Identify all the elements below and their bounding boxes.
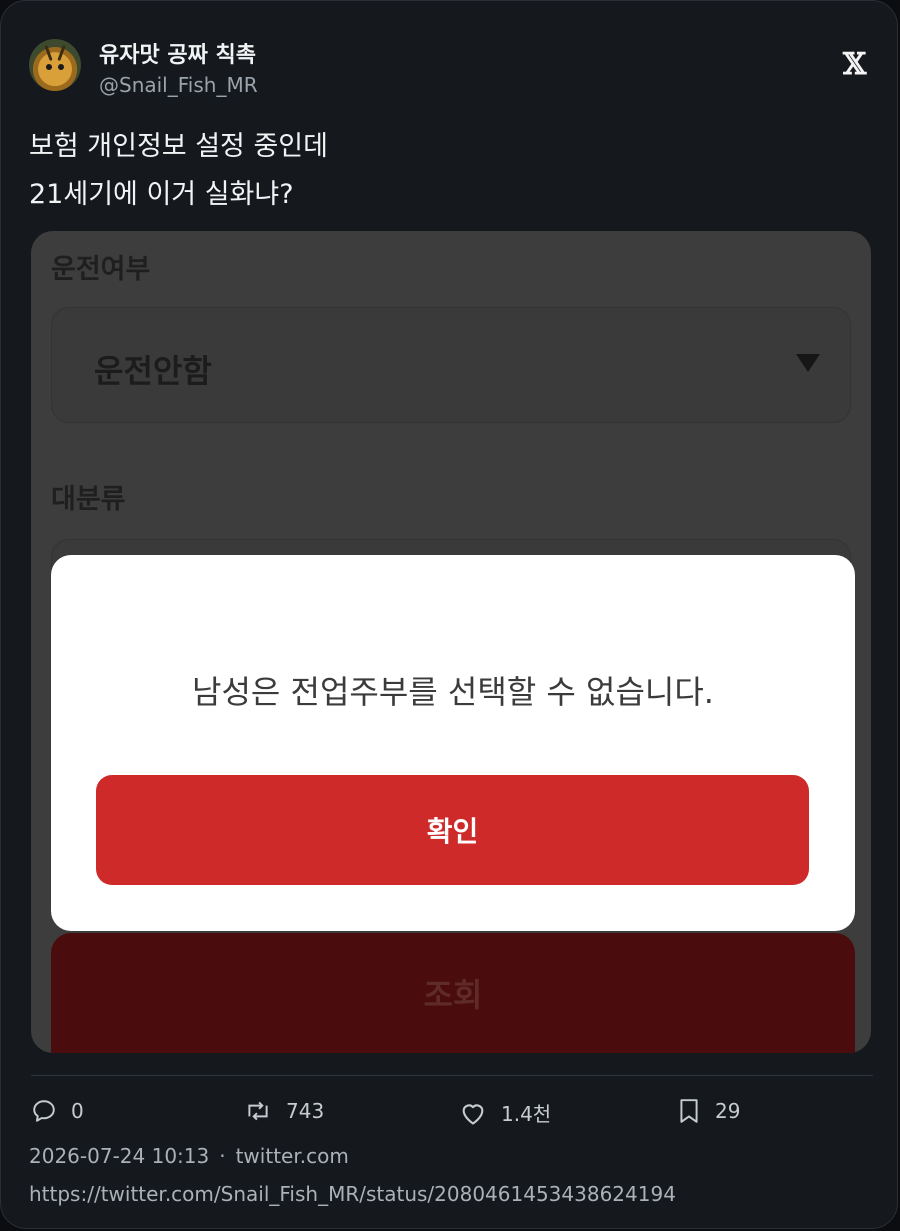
timestamp: 2026-07-24 10:13 <box>29 1144 210 1168</box>
driving-select: 운전안함 <box>51 307 851 423</box>
avatar[interactable] <box>29 39 81 91</box>
reply-button[interactable]: 0 <box>31 1098 84 1124</box>
alert-dialog: 남성은 전업주부를 선택할 수 없습니다. 확인 <box>51 555 855 931</box>
bookmark-icon <box>680 1099 698 1123</box>
bookmark-button[interactable]: 29 <box>677 1098 740 1124</box>
confirm-button: 확인 <box>96 775 809 885</box>
heart-icon <box>462 1103 484 1125</box>
tweet-line: 보험 개인정보 설정 중인데 <box>29 131 328 162</box>
dialog-message: 남성은 전업주부를 선택할 수 없습니다. <box>192 673 714 711</box>
avatar-stalk <box>57 44 66 62</box>
tweet-meta: 2026-07-24 10:13 · twitter.com <box>29 1144 349 1168</box>
user-handle[interactable]: @Snail_Fish_MR <box>99 73 258 97</box>
bookmark-count: 29 <box>715 1099 741 1123</box>
status-url[interactable]: https://twitter.com/Snail_Fish_MR/status… <box>29 1182 676 1206</box>
chevron-down-icon <box>796 354 820 372</box>
x-logo-icon[interactable]: 𝕏 <box>843 47 866 82</box>
lookup-button: 조회 <box>51 933 855 1053</box>
like-count: 1.4천 <box>501 1102 552 1126</box>
divider <box>31 1075 873 1076</box>
avatar-stalk <box>44 44 53 62</box>
like-button[interactable]: 1.4천 <box>459 1098 551 1127</box>
avatar-eye <box>46 64 52 70</box>
tweet-text: 보험 개인정보 설정 중인데 21세기에 이거 실화냐? <box>29 123 328 219</box>
driving-select-value: 운전안함 <box>94 352 212 390</box>
retweet-icon <box>248 1101 268 1121</box>
tweet-line: 21세기에 이거 실화냐? <box>29 179 294 210</box>
reply-count: 0 <box>71 1099 84 1123</box>
driving-label: 운전여부 <box>51 254 151 285</box>
retweet-count: 743 <box>286 1099 325 1123</box>
retweet-button[interactable]: 743 <box>244 1098 324 1124</box>
reply-icon <box>33 1100 55 1122</box>
tweet-card: 유자맛 공짜 칙촉 @Snail_Fish_MR 𝕏 보험 개인정보 설정 중인… <box>0 0 898 1229</box>
meta-separator: · <box>219 1144 226 1168</box>
category-label: 대분류 <box>51 484 126 515</box>
display-name[interactable]: 유자맛 공짜 칙촉 <box>99 37 256 69</box>
attached-screenshot[interactable]: 운전여부 운전안함 대분류 남성은 전업주부를 선택할 수 없습니다. 확인 조… <box>31 231 871 1053</box>
source-link[interactable]: twitter.com <box>236 1144 349 1168</box>
avatar-eye <box>58 64 64 70</box>
